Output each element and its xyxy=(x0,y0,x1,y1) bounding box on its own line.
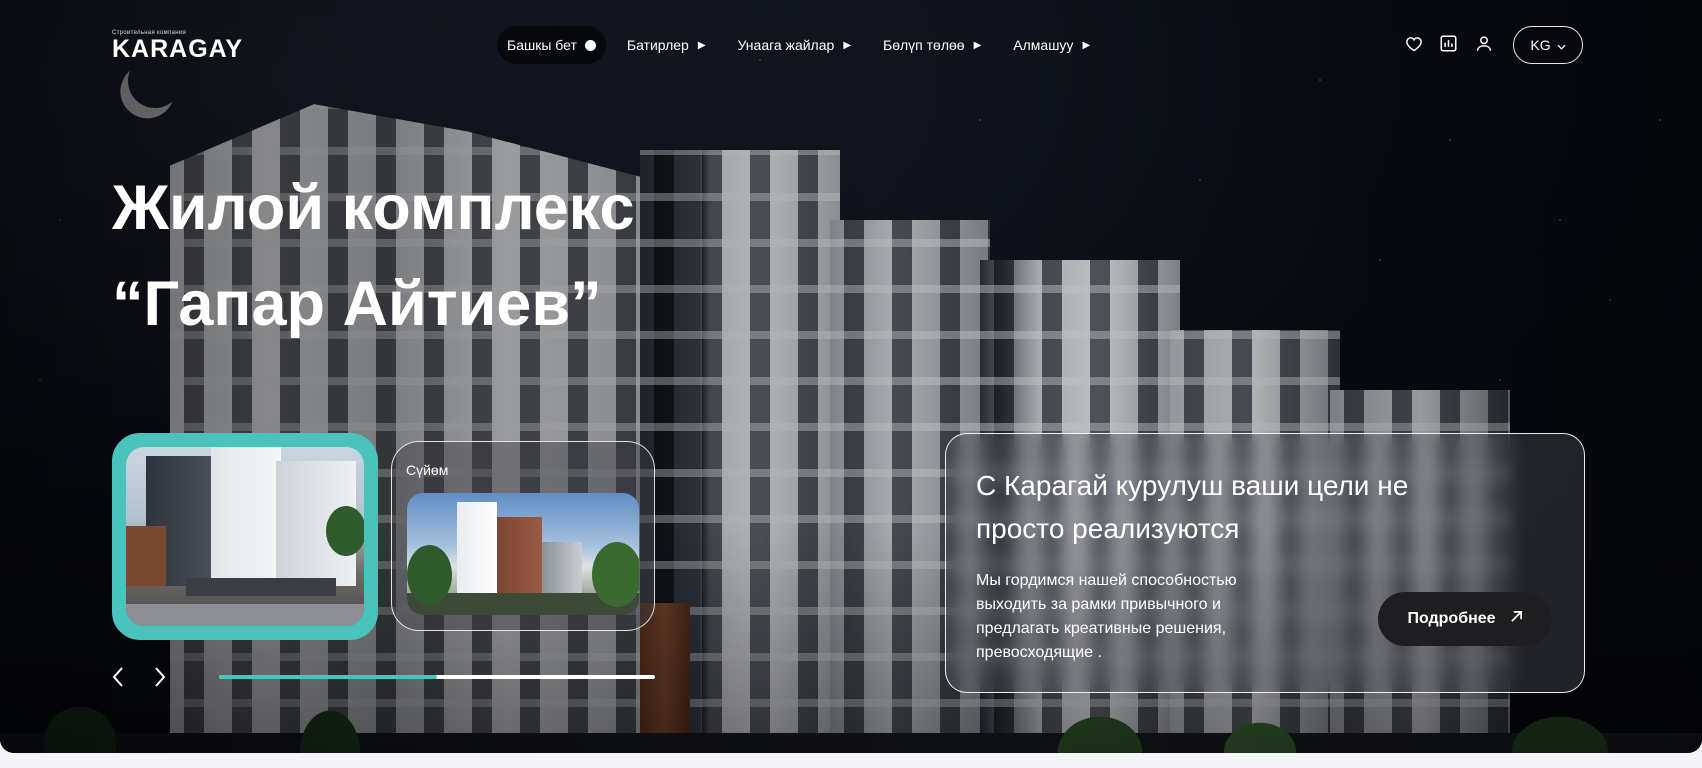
language-selector[interactable]: KG xyxy=(1513,26,1583,64)
slider-progress-fill xyxy=(219,675,437,679)
slider-progress-bar xyxy=(219,675,655,679)
chevron-down-icon xyxy=(1557,37,1566,53)
caret-right-icon: ▶ xyxy=(1082,39,1091,51)
next-arrow-icon[interactable] xyxy=(150,664,170,690)
hero-title-line1: Жилой комплекс xyxy=(112,173,635,243)
chart-icon[interactable] xyxy=(1439,34,1458,53)
heart-icon[interactable] xyxy=(1404,34,1423,53)
caret-right-icon: ▶ xyxy=(973,39,982,51)
more-button[interactable]: Подробнее xyxy=(1378,592,1552,646)
hero-section: Строительная компания KARAGAY Башкы бет … xyxy=(0,0,1702,753)
panel-title: С Карагай курулуш ваши цели не просто ре… xyxy=(976,470,1409,544)
user-icon[interactable] xyxy=(1474,34,1493,53)
project-photo xyxy=(126,447,364,626)
slide-card-active[interactable] xyxy=(112,433,378,640)
nav-item-label: Башкы бет xyxy=(507,37,577,53)
language-label: KG xyxy=(1530,37,1551,53)
arrow-up-right-icon xyxy=(1510,610,1523,628)
nav-item-parking[interactable]: Унаага жайлар ▶ xyxy=(727,26,862,64)
prev-arrow-icon[interactable] xyxy=(108,664,128,690)
caret-right-icon: ▶ xyxy=(697,39,706,51)
caret-right-icon: ▶ xyxy=(843,39,852,51)
nav-item-exchange[interactable]: Алмашуу ▶ xyxy=(1002,26,1101,64)
logo[interactable]: Строительная компания KARAGAY xyxy=(112,30,243,62)
nav-item-label: Алмашуу xyxy=(1013,37,1074,53)
nav-item-home[interactable]: Башкы бет xyxy=(497,26,606,64)
header-icons xyxy=(1404,34,1493,53)
nav-item-apartments[interactable]: Батирлер ▶ xyxy=(616,26,717,64)
logo-text: KARAGAY xyxy=(112,35,244,63)
slide-card[interactable]: Сүйөм xyxy=(391,441,655,631)
nav-item-installments[interactable]: Бөлүп төлөө ▶ xyxy=(872,26,992,64)
nav-item-label: Батирлер xyxy=(626,37,689,53)
active-dot-icon xyxy=(584,39,596,51)
more-button-label: Подробнее xyxy=(1407,610,1496,627)
slide-label: Сүйөм xyxy=(406,462,449,478)
hero-title: Жилой комплекс “Гапар Айтиев” xyxy=(112,160,635,352)
nav-item-label: Бөлүп төлөө xyxy=(883,37,965,53)
nav-item-label: Унаага жайлар xyxy=(737,37,835,53)
info-panel: С Карагай курулуш ваши цели не просто ре… xyxy=(945,433,1585,693)
panel-text: Мы гордимся нашей способностью выходить … xyxy=(976,572,1237,661)
main-nav: Башкы бет Батирлер ▶ Унаага жайлар ▶ Бөл… xyxy=(497,26,1111,64)
project-photo xyxy=(407,493,639,615)
hero-title-line2: “Гапар Айтиев” xyxy=(112,269,602,339)
